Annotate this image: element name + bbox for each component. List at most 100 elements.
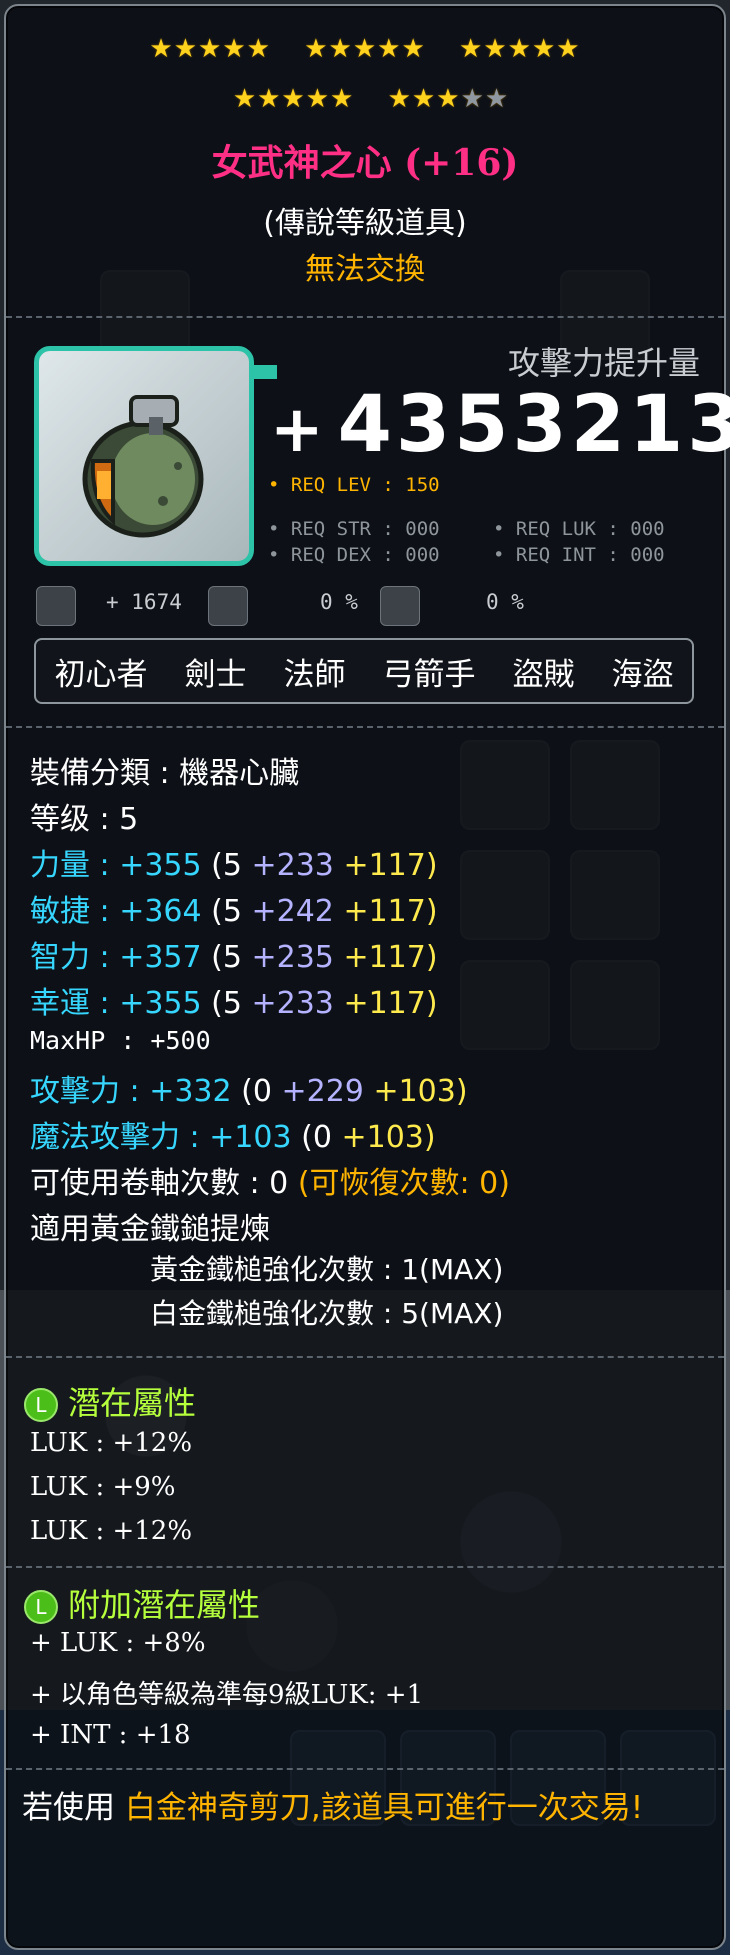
cape-icon xyxy=(208,586,248,626)
stat-total: +357 xyxy=(119,940,202,975)
stat-total: +364 xyxy=(119,894,202,929)
legendary-grade-icon: L xyxy=(24,1590,58,1624)
attack-gain-label: 攻擊力提升量 xyxy=(507,344,700,382)
divider xyxy=(6,1566,724,1568)
potential-header: L 潛在屬性 xyxy=(24,1378,196,1424)
stat-enhance: +117) xyxy=(343,986,438,1021)
stat-total: +355 xyxy=(119,848,202,883)
stat-base: (5 xyxy=(211,894,242,929)
stat-label: 幸運 : xyxy=(30,986,110,1021)
star-group: ★★★★★ xyxy=(459,34,581,64)
hammer-platinum-count: 白金鐵槌強化次數 : 5(MAX) xyxy=(150,1297,504,1330)
scroll-recoverable: (可恢復次數: 0) xyxy=(297,1166,510,1201)
stat-bonus: +235 xyxy=(251,940,334,975)
star-group: ★★★ xyxy=(387,84,461,114)
divider xyxy=(6,316,724,318)
note-prefix: 若使用 xyxy=(22,1790,125,1826)
item-level: 等级 : 5 xyxy=(30,802,139,837)
job-beginner: 初心者 xyxy=(54,656,148,693)
equip-category: 裝備分類 : 機器心臟 xyxy=(30,756,300,791)
stat-attack: 攻擊力 : +332 (0 +229 +103) xyxy=(30,1066,468,1110)
stat-enhance: +117) xyxy=(343,894,438,929)
stat-label: 力量 : xyxy=(30,848,110,883)
divider xyxy=(6,1356,724,1358)
item-name: 女武神之心 (+16) xyxy=(211,142,519,184)
job-warrior: 劍士 xyxy=(184,656,247,693)
stat-enhance: +117) xyxy=(343,848,438,883)
stat-base: (0 xyxy=(301,1120,332,1155)
stat-dex: 敏捷 : +364 (5 +242 +117) xyxy=(30,886,438,930)
hammer-title: 適用黃金鐵鎚提煉 xyxy=(30,1212,270,1247)
stat-enhance: +103) xyxy=(341,1120,436,1155)
starforce-row-1: ★★★★★ ★★★★★ ★★★★★ xyxy=(0,34,730,64)
scissors-note: 若使用 白金神奇剪刀,該道具可進行一次交易! xyxy=(22,1784,702,1832)
hammer-gold-count: 黃金鐵槌強化次數 : 1(MAX) xyxy=(150,1253,504,1286)
req-luk: • REQ LUK : 000 xyxy=(493,518,665,540)
scroll-slots: 可使用卷軸次數 : 0 (可恢復次數: 0) xyxy=(30,1158,510,1202)
potential-line: LUK : +12% xyxy=(30,1428,193,1458)
divider xyxy=(6,726,724,728)
item-grade: (傳說等級道具) xyxy=(263,206,467,241)
stat-magic-attack: 魔法攻擊力 : +103 (0 +103) xyxy=(30,1112,436,1156)
job-pirate: 海盜 xyxy=(611,656,674,693)
stat-bonus: +242 xyxy=(251,894,334,929)
pet-icon xyxy=(36,586,76,626)
bonus-potential-header: L 附加潛在屬性 xyxy=(24,1580,260,1626)
stat-str: 力量 : +355 (5 +233 +117) xyxy=(30,840,438,884)
stat-label: 魔法攻擊力 : xyxy=(30,1120,200,1155)
item-icon-frame xyxy=(34,346,277,566)
trade-status: 無法交換 xyxy=(305,252,425,287)
stat-total: +332 xyxy=(149,1074,232,1109)
starforce-row-2: ★★★★★ ★★★★★ xyxy=(0,84,730,114)
mini-stat-value: + 1674 xyxy=(106,590,182,614)
item-tooltip xyxy=(4,4,726,1950)
stat-maxhp: MaxHP : +500 xyxy=(30,1026,211,1055)
bonus-potential-line: + INT : +18 xyxy=(30,1720,191,1750)
legendary-grade-icon: L xyxy=(24,1388,58,1422)
stat-bonus: +233 xyxy=(251,986,334,1021)
potential-line: LUK : +9% xyxy=(30,1472,176,1502)
stat-base: (5 xyxy=(211,986,242,1021)
plus-sign: + xyxy=(270,393,328,467)
mini-stat-value: 0 % xyxy=(486,590,524,614)
req-str: • REQ STR : 000 xyxy=(268,518,440,540)
mechanical-heart-icon xyxy=(82,395,204,538)
potential-title: 潛在屬性 xyxy=(68,1384,197,1422)
attack-gain-number: 4353213 xyxy=(337,380,730,470)
star-group-empty: ★★ xyxy=(460,84,510,114)
stat-base: (5 xyxy=(211,940,242,975)
stat-label: 攻擊力 : xyxy=(30,1074,140,1109)
star-group: ★★★★★ xyxy=(149,34,271,64)
scroll-slots-count: 可使用卷軸次數 : 0 xyxy=(30,1166,289,1201)
bonus-potential-line: + 以角色等級為準每9級LUK: +1 xyxy=(30,1680,424,1710)
mini-stat-value: 0 % xyxy=(320,590,358,614)
potential-line: LUK : +12% xyxy=(30,1516,193,1546)
bonus-potential-line: + LUK : +8% xyxy=(30,1628,206,1658)
job-thief: 盜賊 xyxy=(512,656,575,693)
stat-enhance: +103) xyxy=(373,1074,468,1109)
frame-flag xyxy=(251,365,277,379)
stat-enhance: +117) xyxy=(343,940,438,975)
stat-label: 智力 : xyxy=(30,940,110,975)
shield-icon xyxy=(380,586,420,626)
req-level: • REQ LEV : 150 xyxy=(268,474,440,496)
divider xyxy=(6,1768,724,1770)
stat-int: 智力 : +357 (5 +235 +117) xyxy=(30,932,438,976)
attack-gain-value: +4353213 xyxy=(270,380,730,470)
job-bowman: 弓箭手 xyxy=(382,656,476,693)
job-requirements: 初心者 劍士 法師 弓箭手 盜賊 海盜 xyxy=(34,638,694,704)
req-int: • REQ INT : 000 xyxy=(493,544,665,566)
star-group: ★★★★★ xyxy=(304,34,426,64)
stat-bonus: +229 xyxy=(281,1074,364,1109)
stat-bonus: +233 xyxy=(251,848,334,883)
stat-base: (5 xyxy=(211,848,242,883)
job-magician: 法師 xyxy=(283,656,346,693)
stat-total: +355 xyxy=(119,986,202,1021)
stat-luk: 幸運 : +355 (5 +233 +117) xyxy=(30,978,438,1022)
star-group: ★★★★★ xyxy=(232,84,355,114)
req-dex: • REQ DEX : 000 xyxy=(268,544,440,566)
stat-label: 敏捷 : xyxy=(30,894,110,929)
bonus-potential-title: 附加潛在屬性 xyxy=(68,1586,261,1624)
note-highlight: 白金神奇剪刀,該道具可進行一次交易! xyxy=(124,1790,644,1826)
stat-base: (0 xyxy=(241,1074,272,1109)
